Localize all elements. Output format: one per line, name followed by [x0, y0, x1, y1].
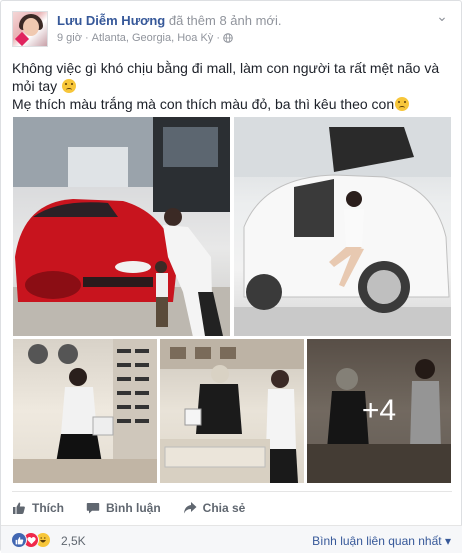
share-button[interactable]: Chia sẻ [183, 497, 246, 519]
post-meta: 9 giờ · Atlanta, Georgia, Hoa Kỳ · [57, 32, 233, 44]
post-header: Lưu Diễm Hương đã thêm 8 ảnh mới. 9 giờ … [12, 9, 452, 51]
share-label: Chia sẻ [202, 501, 246, 515]
more-photos-count[interactable]: +4 [307, 339, 451, 483]
meta-separator: · [216, 32, 220, 44]
post-time[interactable]: 9 giờ [57, 32, 82, 44]
post-action: đã thêm 8 ảnh mới. [168, 13, 282, 28]
like-reaction-icon [11, 532, 27, 548]
avatar[interactable] [12, 11, 48, 47]
reaction-icons[interactable] [11, 532, 51, 548]
post-text: Không việc gì khó chịu bằng đi mall, làm… [12, 59, 452, 113]
comment-bubble-icon [86, 503, 100, 514]
photo-red-car[interactable] [13, 117, 230, 336]
divider [12, 491, 452, 492]
photo-store-1[interactable] [13, 339, 157, 483]
post-title-line: Lưu Diễm Hương đã thêm 8 ảnh mới. [57, 13, 281, 28]
author-name[interactable]: Lưu Diễm Hương [57, 13, 165, 28]
post-text-line-1: Không việc gì khó chịu bằng đi mall, làm… [12, 60, 440, 94]
sad-emoji-icon [395, 97, 410, 111]
share-arrow-icon [183, 502, 197, 514]
more-options-icon[interactable]: ⌄ [434, 9, 450, 27]
post-text-line-2: Mẹ thích màu trắng mà con thích màu đỏ, … [12, 96, 395, 112]
photo-store-2[interactable] [160, 339, 304, 483]
reaction-count[interactable]: 2,5K [61, 534, 86, 548]
post-location[interactable]: Atlanta, Georgia, Hoa Kỳ [92, 32, 214, 44]
comment-sort-label: Bình luận liên quan nhất [312, 534, 442, 548]
meta-separator: · [84, 32, 89, 44]
globe-icon[interactable] [223, 33, 233, 43]
action-bar: Thích Bình luận Chia sẻ [12, 497, 452, 519]
photo-white-suv[interactable] [234, 117, 451, 336]
comment-label: Bình luận [106, 501, 161, 515]
comment-sort-dropdown[interactable]: Bình luận liên quan nhất ▾ [312, 534, 451, 548]
chevron-down-icon: ▾ [444, 534, 451, 548]
like-label: Thích [32, 501, 64, 515]
photo-more[interactable]: +4 [307, 339, 451, 483]
sad-emoji-icon [62, 79, 77, 93]
comment-button[interactable]: Bình luận [86, 497, 161, 519]
thumbs-up-icon [13, 502, 25, 514]
post-card: Lưu Diễm Hương đã thêm 8 ảnh mới. 9 giờ … [0, 0, 462, 553]
reactions-bar: 2,5K Bình luận liên quan nhất ▾ [1, 525, 462, 553]
photo-grid: +4 [13, 117, 451, 483]
like-button[interactable]: Thích [12, 497, 64, 519]
